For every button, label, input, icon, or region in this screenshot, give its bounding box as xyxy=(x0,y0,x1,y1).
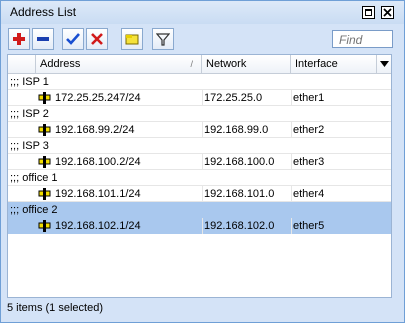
table-row[interactable]: 192.168.102.1/24 192.168.102.0 ether5 xyxy=(8,218,391,234)
ip-address-icon xyxy=(38,188,51,200)
column-header-interface-label: Interface xyxy=(295,58,338,70)
plus-icon xyxy=(13,33,25,45)
interface-cell: ether1 xyxy=(293,92,325,104)
address-table: Address / Network Interface ;;; ISP 1 172… xyxy=(7,54,392,298)
interface-cell: ether4 xyxy=(293,188,325,200)
row-comment: ;;; ISP 2 xyxy=(10,108,49,120)
interface-cell: ether3 xyxy=(293,156,325,168)
network-cell: 192.168.99.0 xyxy=(204,124,269,136)
column-separator xyxy=(291,154,292,170)
column-separator xyxy=(202,186,203,202)
comment-row[interactable]: ;;; ISP 3 xyxy=(8,138,391,154)
network-cell: 192.168.102.0 xyxy=(204,220,275,232)
column-header-marker[interactable] xyxy=(8,55,36,73)
column-header-network-label: Network xyxy=(206,58,247,70)
column-separator xyxy=(291,186,292,202)
address-value: 192.168.101.1/24 xyxy=(55,188,141,200)
table-row[interactable]: 192.168.99.2/24 192.168.99.0 ether2 xyxy=(8,122,391,138)
row-comment: ;;; office 1 xyxy=(10,172,58,184)
chevron-down-icon xyxy=(380,61,389,67)
funnel-icon xyxy=(156,33,170,46)
ip-address-icon xyxy=(38,124,51,136)
row-comment: ;;; ISP 3 xyxy=(10,140,49,152)
column-header-interface[interactable]: Interface xyxy=(291,55,375,73)
comment-button[interactable] xyxy=(121,28,143,50)
table-row[interactable]: 192.168.100.2/24 192.168.100.0 ether3 xyxy=(8,154,391,170)
column-separator xyxy=(202,154,203,170)
table-row[interactable]: 192.168.101.1/24 192.168.101.0 ether4 xyxy=(8,186,391,202)
interface-cell: ether2 xyxy=(293,124,325,136)
column-separator xyxy=(202,218,203,234)
address-value: 172.25.25.247/24 xyxy=(55,92,141,104)
address-list-window: Address List Find Address / Network Inte… xyxy=(0,0,405,323)
column-header-network[interactable]: Network xyxy=(202,55,291,73)
status-bar: 5 items (1 selected) xyxy=(7,302,103,314)
window-title: Address List xyxy=(10,5,77,19)
row-comment: ;;; ISP 1 xyxy=(10,76,49,88)
column-header-address-label: Address xyxy=(40,58,81,70)
x-icon xyxy=(91,33,103,45)
network-cell: 192.168.101.0 xyxy=(204,188,275,200)
column-separator xyxy=(291,90,292,106)
column-separator xyxy=(291,122,292,138)
network-cell: 172.25.25.0 xyxy=(204,92,263,104)
column-header-address[interactable]: Address / xyxy=(36,55,202,73)
maximize-icon[interactable] xyxy=(362,6,375,19)
table-header: Address / Network Interface xyxy=(8,55,391,74)
interface-cell: ether5 xyxy=(293,220,325,232)
row-comment: ;;; office 2 xyxy=(10,204,58,216)
network-cell: 192.168.100.0 xyxy=(204,156,275,168)
ip-address-icon xyxy=(38,220,51,232)
table-row[interactable]: 172.25.25.247/24 172.25.25.0 ether1 xyxy=(8,90,391,106)
check-icon xyxy=(66,33,80,45)
address-value: 192.168.100.2/24 xyxy=(55,156,141,168)
comment-row[interactable]: ;;; office 1 xyxy=(8,170,391,186)
column-menu-button[interactable] xyxy=(376,55,391,73)
sort-icon: / xyxy=(190,59,193,69)
title-bar[interactable]: Address List xyxy=(1,1,404,24)
column-separator xyxy=(202,122,203,138)
note-icon xyxy=(125,34,139,45)
address-value: 192.168.99.2/24 xyxy=(55,124,135,136)
comment-row[interactable]: ;;; ISP 1 xyxy=(8,74,391,90)
close-icon[interactable] xyxy=(381,6,394,19)
enable-button[interactable] xyxy=(62,28,84,50)
ip-address-icon xyxy=(38,156,51,168)
column-separator xyxy=(291,218,292,234)
column-separator xyxy=(202,90,203,106)
find-input[interactable] xyxy=(332,30,393,48)
minus-icon xyxy=(37,37,49,41)
toolbar xyxy=(5,25,399,54)
address-value: 192.168.102.1/24 xyxy=(55,220,141,232)
comment-row[interactable]: ;;; ISP 2 xyxy=(8,106,391,122)
comment-row[interactable]: ;;; office 2 xyxy=(8,202,391,218)
remove-button[interactable] xyxy=(32,28,54,50)
ip-address-icon xyxy=(38,92,51,104)
disable-button[interactable] xyxy=(86,28,108,50)
add-button[interactable] xyxy=(8,28,30,50)
filter-button[interactable] xyxy=(152,28,174,50)
